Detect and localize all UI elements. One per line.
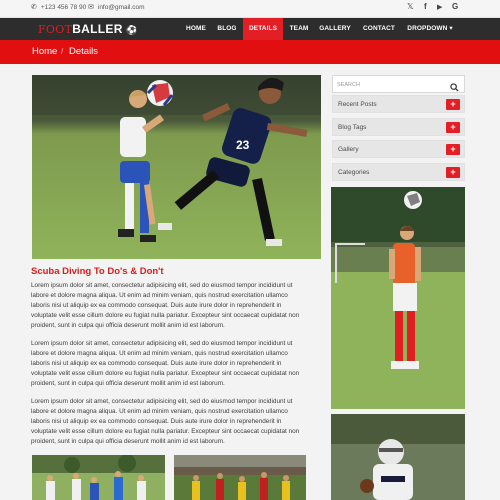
logo-part-2: BALLER bbox=[72, 22, 123, 36]
sidebar-search bbox=[332, 75, 465, 93]
paragraph-line: Lorem ipsum dolor sit amet, consectetur … bbox=[31, 398, 293, 405]
breadcrumb-home[interactable]: Home bbox=[32, 46, 57, 58]
sidebar-item-blog-tags[interactable]: Blog Tags + bbox=[332, 118, 465, 136]
envelope-icon: ✉ bbox=[88, 4, 94, 11]
paragraph-line: proident, sunt in culpa qui officia dese… bbox=[31, 322, 225, 329]
article-main-photo: 23 bbox=[32, 75, 321, 259]
article-title: Scuba Diving To Do's & Don't bbox=[31, 266, 164, 277]
phone-number: +123 456 78 90 bbox=[40, 4, 87, 11]
nav-home[interactable]: HOME bbox=[179, 18, 213, 40]
phone-contact[interactable]: ✆ +123 456 78 90 bbox=[31, 4, 86, 11]
facebook-icon[interactable]: f bbox=[424, 3, 427, 11]
soccer-match-illustration: 23 bbox=[32, 75, 321, 259]
email-contact[interactable]: ✉ info@gmail.com bbox=[88, 4, 145, 11]
nav-dropdown[interactable]: DROPDOWN ▾ bbox=[404, 18, 456, 40]
gallery-photo-2[interactable] bbox=[174, 455, 306, 500]
paragraph-line: laboris nisi ut aliquip ex ea commodo co… bbox=[31, 302, 282, 309]
article-paragraph-2: Lorem ipsum dolor sit amet, consectetur … bbox=[31, 339, 322, 389]
svg-text:23: 23 bbox=[236, 138, 250, 152]
article-paragraph-3: Lorem ipsum dolor sit amet, consectetur … bbox=[31, 397, 322, 447]
breadcrumb-current: Details bbox=[69, 46, 99, 57]
email-address: info@gmail.com bbox=[97, 4, 145, 11]
paragraph-line: Lorem ipsum dolor sit amet, consectetur … bbox=[31, 282, 293, 289]
article-paragraph-1: Lorem ipsum dolor sit amet, consectetur … bbox=[31, 281, 322, 331]
logo-part-1: FOOT bbox=[38, 23, 73, 36]
plus-icon[interactable]: + bbox=[446, 122, 460, 133]
youth-team-illustration bbox=[32, 455, 165, 500]
pro-match-illustration bbox=[174, 455, 306, 500]
paragraph-line: labore et dolore magna aliqua. Ut enim a… bbox=[31, 350, 288, 357]
paragraph-line: laboris nisi ut aliquip ex ea commodo co… bbox=[31, 360, 282, 367]
search-input[interactable] bbox=[337, 79, 449, 90]
sidebar-item-label: Categories bbox=[338, 169, 370, 176]
sidebar-item-label: Blog Tags bbox=[338, 124, 367, 131]
sidebar-item-gallery[interactable]: Gallery + bbox=[332, 140, 465, 158]
sidebar-item-categories[interactable]: Categories + bbox=[332, 163, 465, 181]
paragraph-line: voluptate velit esse cillum dolore eu fu… bbox=[31, 370, 300, 377]
breadcrumb-separator: / bbox=[61, 47, 64, 56]
paragraph-line: labore et dolore magna aliqua. Ut enim a… bbox=[31, 408, 288, 415]
paragraph-line: voluptate velit esse cillum dolore eu fu… bbox=[31, 312, 300, 319]
nav-team[interactable]: TEAM bbox=[285, 18, 313, 40]
sidebar-item-recent-posts[interactable]: Recent Posts + bbox=[332, 95, 465, 113]
nav-blog[interactable]: BLOG bbox=[213, 18, 241, 40]
plus-icon[interactable]: + bbox=[446, 144, 460, 155]
football-player-illustration bbox=[331, 414, 465, 500]
site-logo[interactable]: FOOTBALLER ⚽ bbox=[38, 22, 138, 37]
google-icon[interactable]: G bbox=[452, 3, 458, 11]
phone-icon: ✆ bbox=[31, 4, 37, 11]
youtube-icon[interactable]: ▶ bbox=[437, 4, 442, 11]
plus-icon[interactable]: + bbox=[446, 167, 460, 178]
twitter-icon[interactable]: 𝕏 bbox=[407, 3, 413, 11]
sidebar-item-label: Gallery bbox=[338, 146, 359, 153]
paragraph-line: laboris nisi ut aliquip ex ea commodo co… bbox=[31, 418, 282, 425]
paragraph-line: proident, sunt in culpa qui officia dese… bbox=[31, 380, 225, 387]
paragraph-line: labore et dolore magna aliqua. Ut enim a… bbox=[31, 292, 288, 299]
paragraph-line: proident, sunt in culpa qui officia dese… bbox=[31, 438, 225, 445]
girl-heading-ball-illustration bbox=[331, 187, 465, 409]
nav-details[interactable]: DETAILS bbox=[243, 18, 283, 40]
nav-contact[interactable]: CONTACT bbox=[359, 18, 399, 40]
plus-icon[interactable]: + bbox=[446, 99, 460, 110]
paragraph-line: Lorem ipsum dolor sit amet, consectetur … bbox=[31, 340, 293, 347]
sidebar-photo-2[interactable] bbox=[331, 414, 465, 500]
gallery-photo-1[interactable] bbox=[32, 455, 165, 500]
soccer-ball-icon: ⚽ bbox=[126, 25, 138, 35]
nav-gallery[interactable]: GALLERY bbox=[315, 18, 355, 40]
sidebar-item-label: Recent Posts bbox=[338, 101, 377, 108]
paragraph-line: voluptate velit esse cillum dolore eu fu… bbox=[31, 428, 300, 435]
sidebar-photo-1[interactable] bbox=[331, 187, 465, 409]
